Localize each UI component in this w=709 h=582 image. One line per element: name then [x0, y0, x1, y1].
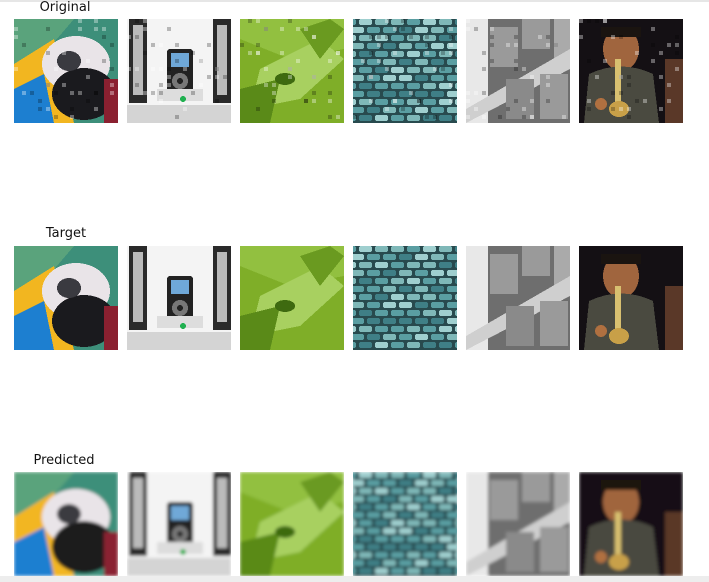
row-label-predicted: Predicted: [33, 453, 95, 468]
predicted-image-blue-pebbles: [353, 472, 457, 576]
target-image-ipod-dock: [127, 246, 231, 350]
original-image-ipod-dock: [127, 19, 231, 123]
predicted-image-parrot: [14, 472, 118, 576]
bottom-scrollbar-track: [0, 576, 709, 582]
target-image-grey-building: [466, 246, 570, 350]
predicted-image-saxophone-player: [579, 472, 683, 576]
original-image-saxophone-player: [579, 19, 683, 123]
row-label-original: Original: [39, 0, 91, 15]
target-image-saxophone-player: [579, 246, 683, 350]
predicted-image-grey-building: [466, 472, 570, 576]
target-image-green-leaf: [240, 246, 344, 350]
original-image-green-leaf: [240, 19, 344, 123]
target-image-parrot: [14, 246, 118, 350]
target-image-blue-pebbles: [353, 246, 457, 350]
row-label-target: Target: [45, 226, 87, 241]
predicted-image-ipod-dock: [127, 472, 231, 576]
original-image-parrot: [14, 19, 118, 123]
original-image-blue-pebbles: [353, 19, 457, 123]
top-border: [0, 0, 709, 2]
predicted-image-green-leaf: [240, 472, 344, 576]
original-image-grey-building: [466, 19, 570, 123]
